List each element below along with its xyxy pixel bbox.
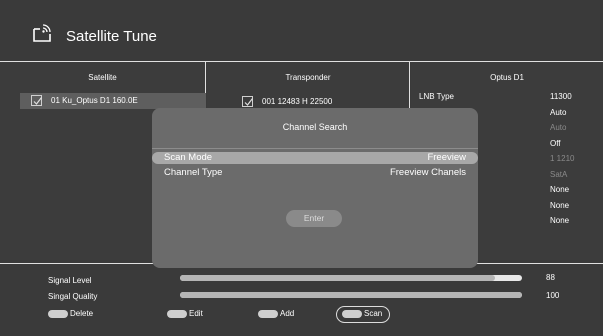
signal-level-label: Signal Level (48, 276, 92, 285)
detail-value[interactable]: Auto (550, 108, 574, 124)
yellow-key-icon (258, 310, 278, 318)
detail-value[interactable]: None (550, 201, 574, 217)
channel-type-row[interactable]: Channel Type Freeview Chanels (152, 167, 478, 179)
detail-value[interactable]: Off (550, 139, 574, 155)
channel-type-value: Freeview Chanels (389, 167, 466, 178)
dialog-title: Channel Search (282, 122, 348, 132)
scan-mode-label: Scan Mode (164, 152, 213, 163)
transponder-item-label: 001 12483 H 22500 (262, 97, 333, 106)
header: Satellite Tune (0, 0, 603, 60)
lnb-type-label: LNB Type (419, 92, 454, 101)
details-values: 11300 Auto Auto Off 1 1210 SatA None Non… (550, 92, 574, 232)
satellite-tv-icon (32, 23, 52, 43)
satellite-list-item[interactable]: 01 Ku_Optus D1 160.0E (20, 93, 206, 109)
checkbox-icon[interactable] (31, 95, 42, 106)
detail-value[interactable]: None (550, 185, 574, 201)
status-bar: Signal Level 88 Singal Quality 100 Delet… (0, 265, 603, 336)
enter-button[interactable]: Enter (286, 210, 342, 227)
signal-quality-label: Singal Quality (48, 292, 98, 301)
scan-mode-row[interactable]: Scan Mode Freeview (152, 152, 478, 164)
red-key-icon (48, 310, 68, 318)
detail-value[interactable]: None (550, 216, 574, 232)
edit-label: Edit (189, 309, 203, 318)
signal-quality-bar (180, 292, 522, 298)
signal-quality-value: 100 (546, 291, 560, 300)
signal-level-value: 88 (546, 273, 555, 282)
detail-value: SatA (550, 169, 568, 179)
delete-label: Delete (70, 309, 94, 318)
details-heading: Optus D1 (490, 73, 524, 82)
signal-quality-fill (180, 292, 522, 298)
page-title: Satellite Tune (66, 28, 157, 45)
transponder-heading: Transponder (285, 73, 331, 82)
checkbox-icon[interactable] (242, 96, 253, 107)
satellite-heading: Satellite (88, 73, 117, 82)
satellite-item-label: 01 Ku_Optus D1 160.0E (51, 96, 138, 105)
channel-search-dialog: Channel Search Scan Mode Freeview Channe… (152, 108, 478, 268)
detail-value: 1 1210 (550, 154, 575, 163)
detail-value[interactable]: 11300 (550, 92, 574, 108)
channel-type-label: Channel Type (164, 167, 223, 178)
detail-value: Auto (550, 123, 567, 132)
scan-label: Scan (364, 309, 383, 318)
signal-level-bar (180, 275, 522, 281)
dialog-divider (152, 148, 478, 149)
add-label: Add (280, 309, 295, 318)
green-key-icon (167, 310, 187, 318)
signal-level-fill (180, 275, 495, 281)
blue-key-icon (342, 310, 362, 318)
scan-mode-value: Freeview (427, 152, 466, 163)
